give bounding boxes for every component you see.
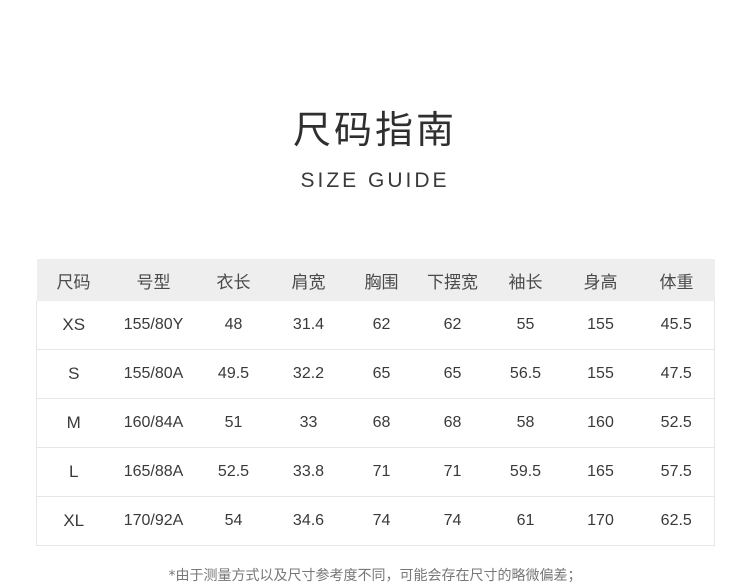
- table-cell: 62.5: [638, 496, 715, 546]
- table-cell: 165/88A: [110, 447, 197, 497]
- column-header: 袖长: [488, 259, 563, 301]
- table-cell: 71: [346, 447, 417, 497]
- page-subtitle: SIZE GUIDE: [300, 169, 450, 192]
- table-cell: 160: [562, 398, 639, 448]
- column-header: 号型: [110, 259, 197, 301]
- column-header: 尺码: [36, 259, 111, 301]
- table-row: XS 155/80Y 48 31.4 62 62 55 155 45.5: [37, 301, 715, 350]
- column-header: 衣长: [196, 259, 271, 301]
- table-cell: 58: [488, 398, 563, 448]
- table-cell: 170: [562, 496, 639, 546]
- column-header: 身高: [562, 259, 639, 301]
- table-cell: 155: [587, 316, 614, 333]
- table-cell: 160/84A: [110, 398, 197, 448]
- table-row: XL 170/92A 54 34.6 74 74 61 170 62.5: [36, 496, 715, 546]
- table-cell: 74: [346, 496, 417, 546]
- table-cell: L: [36, 447, 111, 497]
- table-cell: 68: [346, 398, 417, 448]
- table-cell: 155: [562, 349, 639, 399]
- table-row: M 160/84A 51 33 68 68 58 160 52.5: [36, 398, 715, 448]
- table-cell: 33: [270, 398, 347, 448]
- table-cell: 31.4: [292, 316, 325, 333]
- table-cell: 32.2: [270, 349, 347, 399]
- table-cell: 68: [416, 398, 489, 448]
- table-cell: 165: [562, 447, 639, 497]
- page-title: 尺码指南: [292, 108, 457, 152]
- table-header-row: 尺码 号型 衣长 肩宽 胸围 下摆宽 袖长 身高 体重: [36, 259, 715, 301]
- table-cell: 155/80A: [110, 349, 197, 399]
- table-cell: S: [36, 349, 111, 399]
- table-cell: M: [36, 398, 111, 448]
- column-header: 胸围: [346, 259, 417, 301]
- table-cell: 57.5: [638, 447, 715, 497]
- table-cell: 62: [372, 316, 391, 333]
- table-cell: 59.5: [488, 447, 563, 497]
- table-row: S 155/80A 49.5 32.2 65 65 56.5 155 47.5: [36, 349, 715, 399]
- column-header: 体重: [638, 259, 715, 301]
- table-cell: 34.6: [270, 496, 347, 546]
- table-cell: XS: [62, 315, 86, 334]
- table-cell: 33.8: [270, 447, 347, 497]
- table-cell: 65: [416, 349, 489, 399]
- table-cell: 65: [346, 349, 417, 399]
- table-cell: 54: [196, 496, 271, 546]
- table-cell: 74: [416, 496, 489, 546]
- measurement-note: *由于测量方式以及尺寸参考度不同，可能会存在尺寸的略微偏差；: [168, 568, 582, 584]
- column-header: 肩宽: [270, 259, 347, 301]
- table-cell: 51: [196, 398, 271, 448]
- table-cell: 47.5: [638, 349, 715, 399]
- table-cell: 52.5: [196, 447, 271, 497]
- size-chart-table: 尺码 号型 衣长 肩宽 胸围 下摆宽 袖长 身高 体重 XS 155/80Y 4…: [36, 259, 715, 546]
- table-cell: 62: [443, 316, 462, 333]
- table-cell: 49.5: [196, 349, 271, 399]
- table-cell: 48: [224, 316, 243, 333]
- table-cell: 71: [416, 447, 489, 497]
- column-header: 下摆宽: [416, 259, 489, 301]
- table-cell: 52.5: [638, 398, 715, 448]
- table-cell: 56.5: [488, 349, 563, 399]
- table-cell: 155/80Y: [123, 316, 184, 333]
- table-cell: 61: [488, 496, 563, 546]
- table-cell: 55: [516, 316, 535, 333]
- table-cell: 45.5: [660, 316, 692, 333]
- table-row: L 165/88A 52.5 33.8 71 71 59.5 165 57.5: [36, 447, 715, 497]
- table-cell: XL: [36, 496, 111, 546]
- table-cell: 170/92A: [110, 496, 197, 546]
